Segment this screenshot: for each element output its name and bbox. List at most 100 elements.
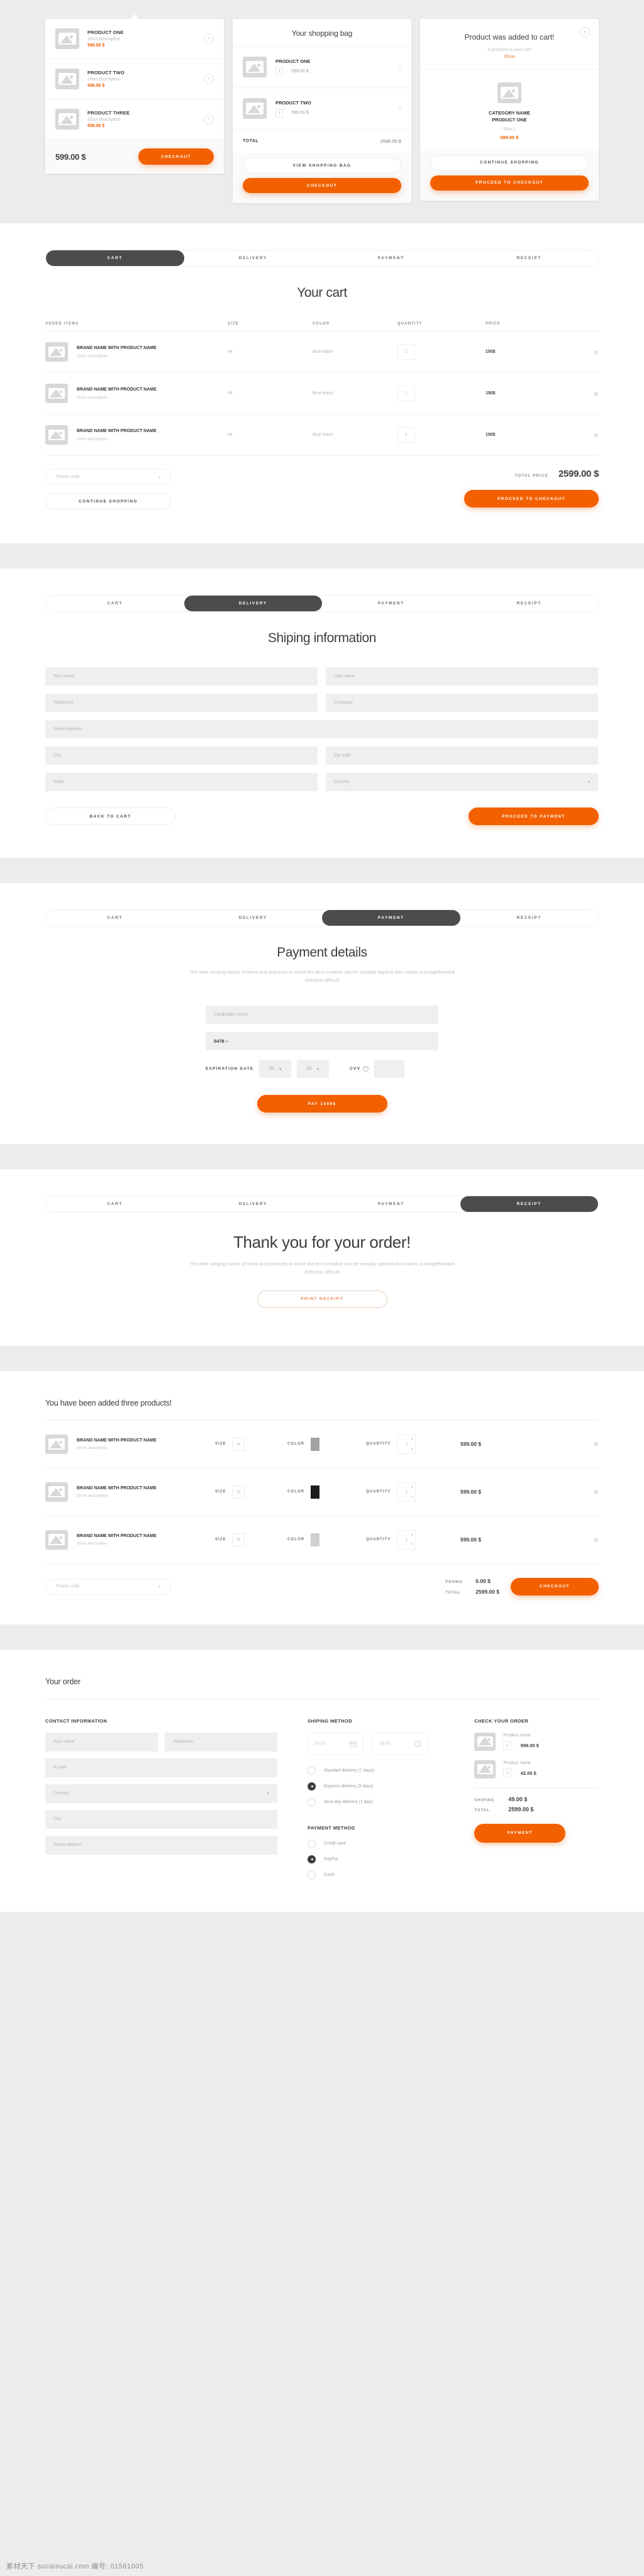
street-address-field[interactable]: Street address [45,720,598,738]
telephone-field[interactable]: Telephone [45,694,318,712]
continue-shopping-button[interactable]: CONTINUE SHOPPING [430,155,589,170]
promo-code-input[interactable]: Promo code › [45,1578,171,1595]
color-swatch[interactable] [311,1485,320,1499]
chevron-up-icon[interactable]: ▲ [411,1533,414,1536]
step-delivery[interactable]: DELIVERY [184,910,323,926]
city-field[interactable]: City [45,1809,277,1829]
promo-code-input[interactable]: Promo code › [45,469,171,485]
remove-item-icon[interactable]: × [204,33,214,44]
shopping-bag-item[interactable]: PRODUCT ONE 1 · 599.00 $ × [233,47,411,88]
checkout-button[interactable]: CHECKOUT [511,1577,599,1596]
quantity-input[interactable]: 1 [397,344,415,360]
remove-item-icon[interactable]: ✕ [594,391,599,398]
remove-item-icon[interactable]: × [399,106,401,111]
step-delivery[interactable]: DELIVERY [184,1196,323,1212]
back-to-cart-button[interactable]: BACK TO CART [45,808,175,825]
chevron-down-icon[interactable]: ▼ [411,1543,414,1546]
payment-option[interactable]: PayPal [308,1855,444,1863]
chevron-up-icon[interactable]: ▲ [411,1485,414,1489]
cardholder-name-field[interactable]: Cardholder name [206,1006,438,1024]
quantity-stepper[interactable]: 1 ▲ ▼ [397,1482,416,1502]
quantity-input[interactable]: 1 [397,386,415,401]
payment-option[interactable]: Credit card [308,1839,444,1848]
pay-button[interactable]: PAY 1499$ [257,1095,387,1113]
size-value[interactable]: M [232,1485,245,1499]
remove-item-icon[interactable]: ✕ [594,1489,599,1496]
step-payment[interactable]: PAYMENT [322,250,460,266]
continue-shopping-button[interactable]: CONTINUE SHOPPING [45,493,171,509]
cvv-input[interactable] [374,1060,405,1079]
color-swatch[interactable] [311,1533,320,1546]
remove-item-icon[interactable]: ✕ [594,1441,599,1448]
payment-option[interactable]: Cash [308,1870,444,1879]
size-value[interactable]: M [232,1437,245,1451]
quantity-value[interactable]: 1 [275,108,284,118]
size-value[interactable]: M [232,1533,245,1546]
proceed-to-payment-button[interactable]: PROCEED TO PAYMENT [469,808,599,825]
step-payment[interactable]: PAYMENT [322,910,460,926]
city-field[interactable]: City [45,747,318,765]
print-receipt-button[interactable]: PRINT RECEIPT [257,1290,387,1308]
expiration-year-select[interactable]: 01 ▾ [297,1060,330,1079]
radio-icon[interactable] [308,1797,316,1806]
expiration-month-select[interactable]: 01 ▾ [259,1060,292,1079]
radio-icon[interactable] [308,1766,316,1775]
delivery-option[interactable]: Express delivery (3 days) [308,1782,444,1790]
delivery-time-picker[interactable]: 16:00 [372,1732,428,1755]
remove-item-icon[interactable]: ✕ [594,350,599,357]
quantity-value[interactable]: 1 [275,67,284,76]
email-field[interactable]: E-mail [45,1758,277,1777]
shopping-bag-item[interactable]: PRODUCT TWO 1 · 599.00 $ × [233,88,411,130]
last-name-field[interactable]: Last name [326,667,598,686]
country-select[interactable]: Country ▾ [45,1784,277,1803]
step-receipt[interactable]: RECEIPT [460,910,599,926]
country-select[interactable]: Country ▾ [326,773,598,791]
proceed-to-checkout-button[interactable]: PROCEED TO CHECKOUT [464,490,599,508]
chevron-right-icon[interactable]: › [158,1584,160,1589]
mini-cart-item[interactable]: PRODUCT TWO Short description 599.00 $ × [45,59,224,99]
company-field[interactable]: Company [326,694,598,712]
street-address-field[interactable]: Street address [45,1835,277,1855]
remove-item-icon[interactable]: × [204,114,214,125]
chevron-up-icon[interactable]: ▲ [411,1437,414,1441]
show-cart-link[interactable]: Show [430,55,589,59]
chevron-down-icon[interactable]: ▼ [411,1447,414,1451]
quantity-stepper[interactable]: 1 ▲ ▼ [397,1434,416,1454]
remove-item-icon[interactable]: × [204,74,214,84]
zip-code-field[interactable]: Zip code [326,747,598,765]
state-field[interactable]: State [45,773,318,791]
your-name-field[interactable]: Your name [45,1732,158,1752]
checkout-button[interactable]: CHECKOUT [243,178,401,193]
step-receipt[interactable]: RECEIPT [460,1196,598,1213]
quantity-value[interactable]: 1 [503,1768,512,1777]
radio-icon[interactable] [308,1855,316,1863]
step-payment[interactable]: PAYMENT [322,596,460,611]
delivery-option[interactable]: Standart delivery (7 days) [308,1766,444,1775]
quantity-input[interactable]: 1 [397,427,415,443]
radio-icon[interactable] [308,1782,316,1790]
chevron-right-icon[interactable]: › [158,474,160,480]
chevron-down-icon[interactable]: ▼ [411,1495,414,1499]
step-payment[interactable]: PAYMENT [322,1196,460,1212]
radio-icon[interactable] [308,1839,316,1848]
checkout-button[interactable]: CHECKOUT [138,148,214,165]
remove-item-icon[interactable]: ✕ [594,1537,599,1544]
quantity-stepper[interactable]: 1 ▲ ▼ [397,1530,416,1550]
mini-cart-item[interactable]: PRODUCT THREE Short description 599.00 $… [45,99,224,140]
view-shopping-bag-button[interactable]: VIEW SHOPPING BAG [243,158,401,173]
telephone-field[interactable]: Telephone [165,1732,277,1752]
color-swatch[interactable] [311,1437,320,1451]
step-receipt[interactable]: RECEIPT [460,250,599,266]
payment-button[interactable]: PAYMENT [474,1823,566,1843]
remove-item-icon[interactable]: × [399,65,401,69]
remove-item-icon[interactable]: ✕ [594,433,599,440]
card-number-field[interactable]: 5478 – [206,1032,438,1051]
step-cart[interactable]: CART [46,596,184,611]
mini-cart-item[interactable]: PRODUCT ONE Short description 599.00 $ × [45,19,224,59]
close-icon[interactable]: × [580,27,590,37]
step-delivery[interactable]: DELIVERY [184,596,322,611]
help-icon[interactable]: ? [363,1066,369,1072]
step-cart[interactable]: CART [46,1196,184,1212]
quantity-value[interactable]: 1 [503,1741,512,1750]
delivery-date-picker[interactable]: 14.12 [308,1732,364,1755]
